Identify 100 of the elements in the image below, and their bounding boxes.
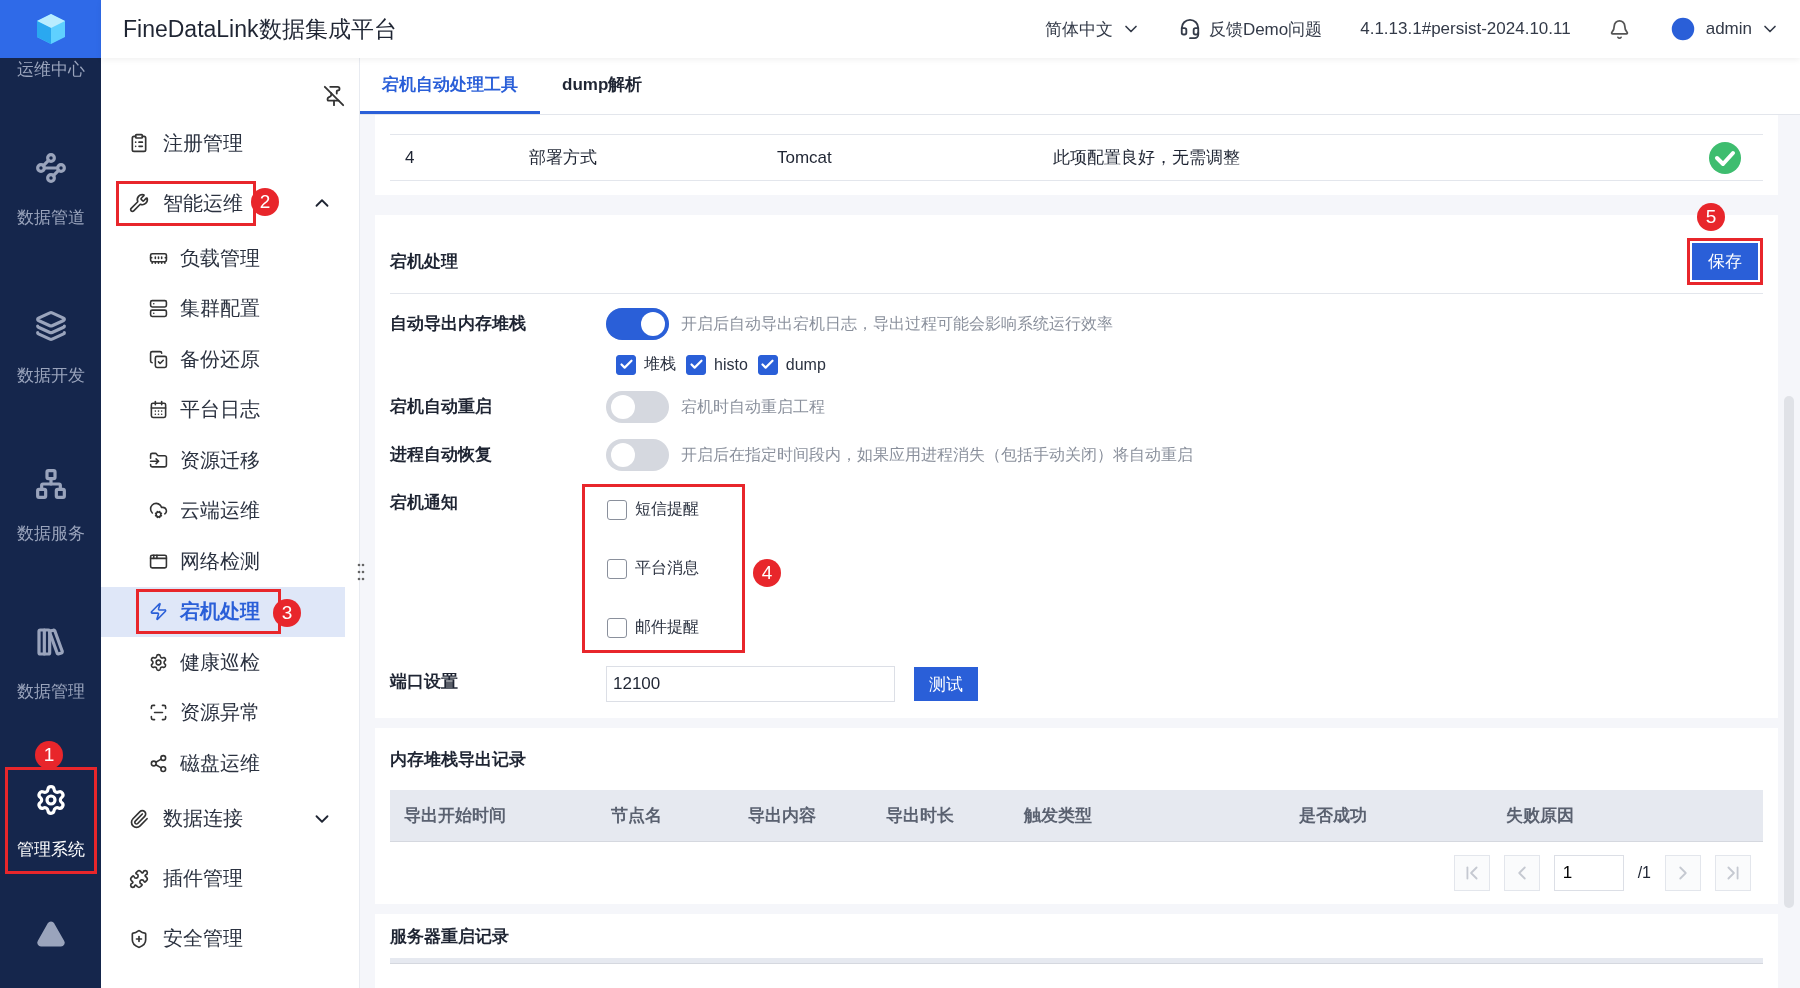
sidebar-item[interactable]: 数据连接 [119,799,253,838]
menu-icon [149,652,168,672]
section-title: 内存堆栈导出记录 [390,748,526,771]
check-icon [688,357,704,372]
rail-item[interactable]: 数据管道 [7,137,94,239]
setting-hint: 宕机时自动重启工程 [681,396,825,417]
column-header: 失败原因 [1505,805,1575,827]
rail-icon [34,309,67,342]
column-header: 导出内容 [747,805,817,827]
setting-label: 宕机自动重启 [390,396,493,418]
submenu-item[interactable]: 健康巡检 [139,642,278,682]
rail-icon [34,151,67,184]
table-cell-text: Tomcat [776,147,833,168]
headset-icon [1178,18,1201,40]
menu-icon [149,400,168,420]
checkbox[interactable] [757,354,778,375]
column-header: 节点名 [610,805,663,827]
bell-icon[interactable] [1608,18,1630,40]
submenu-item[interactable]: 云端运维 [139,491,278,531]
rail-item[interactable]: 管理系统 [7,769,94,871]
menu-icon [149,602,168,622]
table-cell-text: 此项配置良好，无需调整 [1052,147,1241,169]
submenu-item[interactable]: 磁盘运维 [139,743,278,783]
menu-icon [149,753,168,773]
drag-handle-icon[interactable] [357,563,365,581]
menu-icon [149,703,168,723]
feedback-link[interactable]: 反馈Demo问题 [1178,17,1323,41]
submenu-item[interactable]: 资源异常 [139,693,278,733]
version-label: 4.1.13.1#persist-2024.10.11 [1360,19,1571,39]
checkbox-label: 堆栈 [644,354,676,374]
rail-item[interactable]: 数据管理 [7,611,94,713]
sidebar-item[interactable]: 注册管理 [119,123,253,163]
toggle-switch[interactable] [606,308,669,340]
column-header: 是否成功 [1298,805,1368,827]
rail-icon [34,467,67,500]
annotation-badge: 2 [251,188,279,216]
setting-label: 进程自动恢复 [390,444,493,466]
setting-label: 自动导出内存堆栈 [390,313,527,335]
setting-label: 端口设置 [390,671,459,693]
toggle-switch[interactable] [606,439,669,471]
checkbox-label: 邮件提醒 [635,617,699,637]
annotation-badge: 3 [273,598,301,627]
submenu-item[interactable]: 备份还原 [139,339,278,379]
check-icon [760,357,776,372]
test-button[interactable]: 测试 [914,667,978,701]
table-cell-text: 4 [404,147,416,168]
checkbox-label: 短信提醒 [635,499,699,519]
checkbox[interactable] [607,499,627,520]
check-icon [618,357,634,372]
menu-icon [129,928,149,949]
submenu-item[interactable]: 平台日志 [139,390,278,430]
rail-item[interactable]: 数据服务 [7,453,94,555]
column-header: 导出开始时间 [403,805,507,827]
checkbox-label: 平台消息 [635,558,699,578]
annotation-badge: 5 [1697,203,1725,231]
rail-icon [34,625,67,658]
annotation-badge: 4 [753,559,781,587]
triangle-icon[interactable] [35,919,66,949]
user-menu[interactable]: admin [1667,14,1780,44]
menu-icon [149,299,168,319]
save-button[interactable]: 保存 [1687,237,1763,285]
menu-icon [149,551,168,571]
submenu-item[interactable]: 网络检测 [139,541,278,581]
checkbox-label: dump [785,355,826,374]
unpin-icon[interactable] [323,85,345,107]
page-total: /1 [1637,864,1651,882]
menu-icon [149,501,168,521]
menu-icon [129,868,149,889]
checkbox[interactable] [616,354,636,375]
checkbox[interactable] [686,354,706,375]
sidebar-item[interactable]: 安全管理 [119,919,253,958]
menu-icon [129,133,149,153]
rail-item[interactable]: 数据开发 [7,295,94,397]
toggle-switch[interactable] [606,391,669,423]
column-header: 触发类型 [1022,805,1093,827]
menu-icon [129,193,149,213]
language-select[interactable]: 简体中文 [1044,17,1141,41]
setting-hint: 开启后自动导出宕机日志，导出过程可能会影响系统运行效率 [681,313,1113,334]
port-input[interactable]: 12100 [606,666,895,702]
tab[interactable]: dump解析 [540,58,665,114]
rail-label[interactable]: 运维中心 [16,58,85,81]
submenu-item[interactable]: 资源迁移 [139,440,278,480]
rail-icon [34,783,67,816]
menu-icon [149,349,168,369]
setting-label: 宕机通知 [390,492,459,514]
section-title: 宕机处理 [390,250,458,273]
checkbox[interactable] [607,617,627,638]
submenu-item[interactable]: 负载管理 [139,238,278,278]
sidebar-item[interactable]: 智能运维 [119,183,253,223]
checkbox[interactable] [607,558,627,579]
annotation-badge: 1 [35,741,63,769]
checkbox-label: histo [714,355,748,374]
sidebar-item[interactable]: 插件管理 [119,859,253,898]
submenu-item[interactable]: 集群配置 [139,289,278,329]
app-title: FineDataLink数据集成平台 [123,14,398,44]
page-input[interactable]: 1 [1553,855,1624,891]
section-title: 服务器重启记录 [390,925,509,948]
menu-icon [149,450,168,470]
menu-icon [129,808,149,829]
column-header: 导出时长 [885,805,955,827]
